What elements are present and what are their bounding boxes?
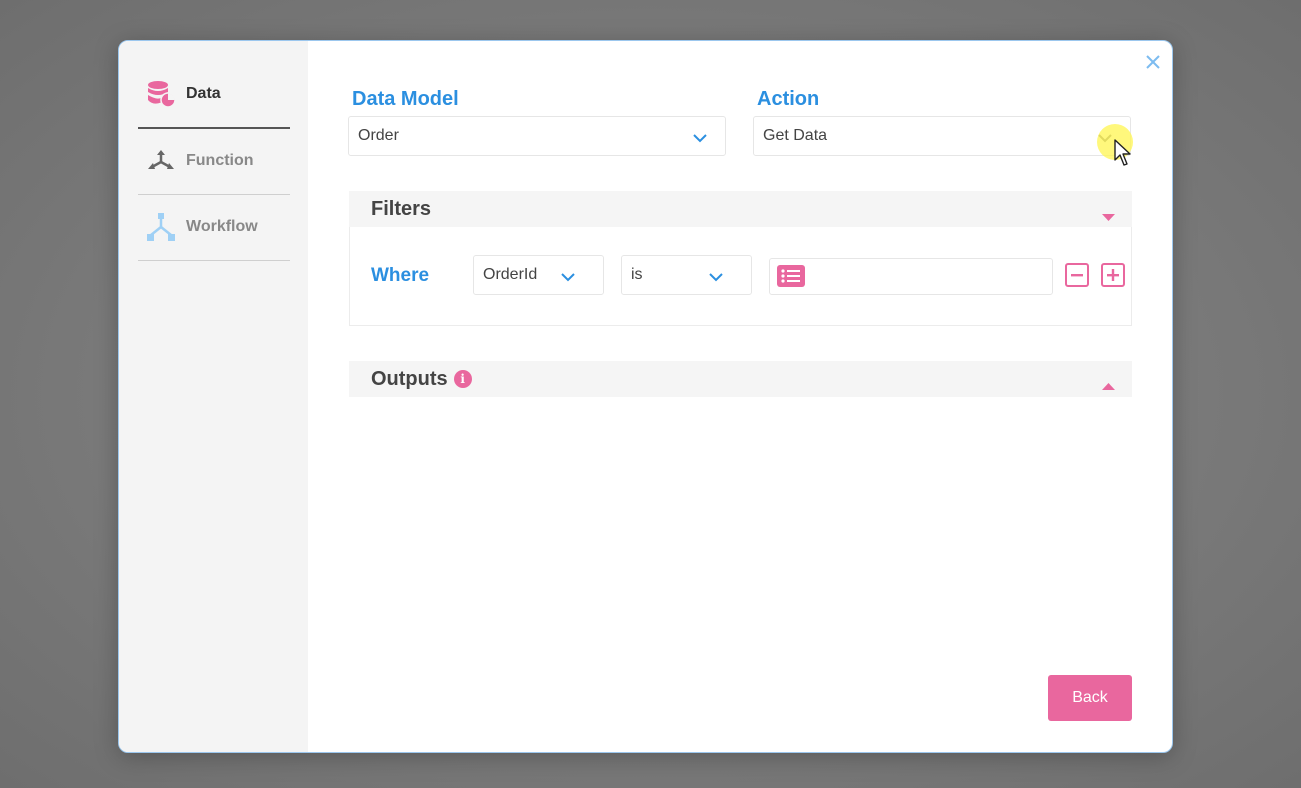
sidebar-item-label: Data [186, 85, 221, 102]
sidebar-item-function[interactable]: Function [138, 128, 290, 195]
info-icon[interactable]: i [453, 370, 472, 388]
sidebar-item-label: Workflow [186, 218, 258, 235]
remove-filter-button[interactable] [1065, 263, 1089, 287]
action-title: Action [757, 88, 820, 110]
back-button[interactable]: Back [1048, 675, 1132, 721]
chevron-down-icon [693, 130, 707, 143]
filter-field-select[interactable]: OrderId [473, 255, 604, 295]
where-label: Where [371, 265, 430, 286]
close-icon [1145, 54, 1161, 75]
function-icon [146, 146, 176, 176]
filter-operator-value: is [631, 266, 643, 283]
caret-down-icon[interactable] [1102, 205, 1115, 228]
sidebar-item-data[interactable]: Data [138, 61, 290, 129]
outputs-title: Outputs [371, 367, 448, 390]
minus-square-icon [1065, 263, 1089, 291]
data-model-value: Order [358, 127, 399, 144]
filters-panel-header[interactable]: Filters [349, 191, 1132, 227]
data-action-dialog: Data Function Workflow Data Model Order … [118, 40, 1173, 753]
data-model-select[interactable]: Order [348, 116, 726, 156]
filters-title: Filters [371, 197, 432, 220]
list-icon[interactable] [777, 265, 805, 292]
outputs-panel-header[interactable]: Outputs i [349, 361, 1132, 397]
add-filter-button[interactable] [1101, 263, 1125, 287]
chevron-down-icon [709, 269, 723, 282]
database-icon [146, 79, 176, 109]
close-button[interactable] [1142, 53, 1164, 75]
caret-up-icon[interactable] [1102, 373, 1115, 396]
sidebar-item-workflow[interactable]: Workflow [138, 194, 290, 261]
plus-square-icon [1101, 263, 1125, 291]
data-model-title: Data Model [352, 88, 459, 110]
filter-field-value: OrderId [483, 266, 538, 283]
filter-operator-select[interactable]: is [621, 255, 752, 295]
action-select[interactable]: Get Data [753, 116, 1131, 156]
mouse-cursor-icon [1114, 139, 1134, 172]
sidebar: Data Function Workflow [119, 41, 308, 752]
chevron-down-icon [561, 269, 575, 282]
workflow-icon [146, 212, 176, 242]
filter-value-input[interactable] [769, 258, 1053, 295]
sidebar-item-label: Function [186, 152, 254, 169]
action-value: Get Data [763, 127, 828, 144]
